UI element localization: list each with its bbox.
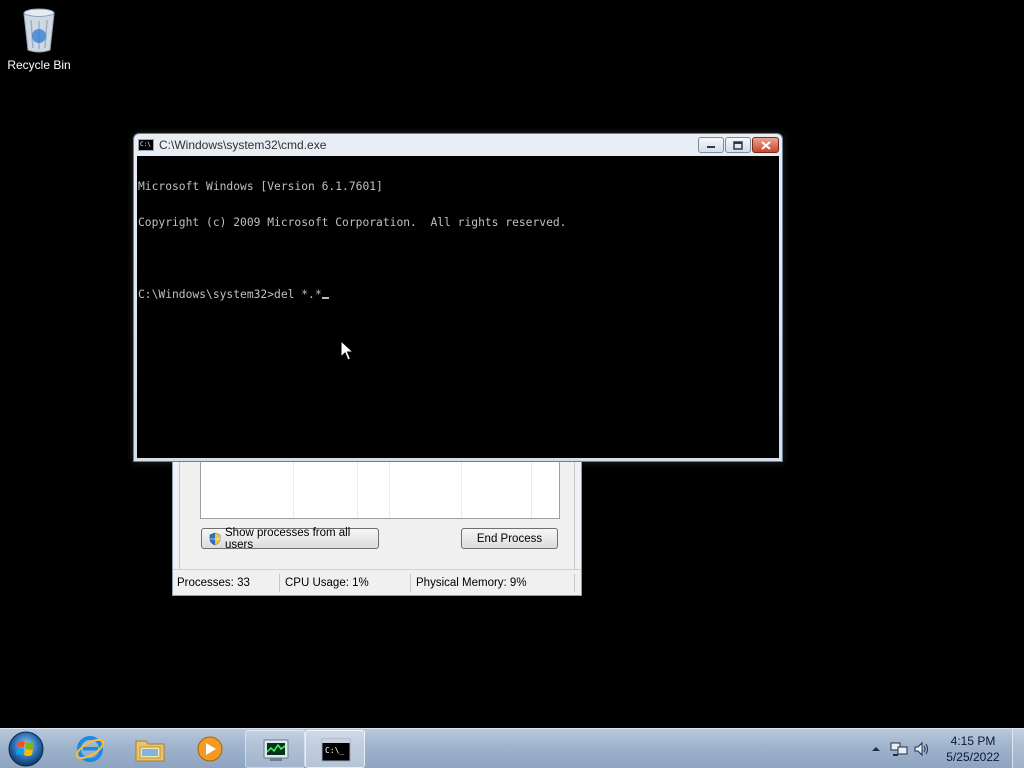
desktop-icon-recycle-bin[interactable]: Recycle Bin bbox=[4, 6, 74, 72]
network-icon[interactable] bbox=[890, 741, 908, 760]
taskbar-media-player[interactable] bbox=[180, 730, 240, 768]
task-manager-window[interactable]: Show processes from all users End Proces… bbox=[172, 440, 582, 596]
close-button[interactable] bbox=[752, 137, 779, 153]
task-manager-icon bbox=[260, 736, 292, 764]
column-divider bbox=[293, 461, 294, 518]
status-processes: Processes: 33 bbox=[173, 573, 280, 592]
text-cursor bbox=[321, 297, 329, 299]
end-process-button[interactable]: End Process bbox=[461, 528, 558, 549]
taskbar-task-manager[interactable] bbox=[245, 730, 305, 768]
console-line: Microsoft Windows [Version 6.1.7601] bbox=[138, 180, 383, 193]
volume-icon[interactable] bbox=[913, 741, 931, 760]
close-icon bbox=[753, 138, 778, 152]
console-prompt-text: C:\Windows\system32>del *.* bbox=[138, 288, 322, 301]
show-processes-label: Show processes from all users bbox=[225, 526, 351, 551]
window-titlebar[interactable]: C:\ C:\Windows\system32\cmd.exe bbox=[134, 134, 782, 156]
clock-time: 4:15 PM bbox=[950, 734, 996, 748]
minimize-button[interactable] bbox=[698, 137, 724, 153]
window-title: C:\Windows\system32\cmd.exe bbox=[159, 138, 327, 152]
svg-text:C:\_: C:\_ bbox=[325, 746, 344, 755]
show-hidden-icons-icon[interactable] bbox=[868, 741, 884, 760]
media-player-icon bbox=[194, 735, 226, 763]
taskbar-command-prompt[interactable]: C:\_ bbox=[305, 730, 365, 768]
command-prompt-icon: C:\_ bbox=[320, 736, 352, 764]
uac-shield-icon bbox=[208, 532, 222, 546]
column-divider bbox=[461, 461, 462, 518]
taskbar-clock[interactable]: 4:15 PM 5/25/2022 bbox=[938, 733, 1008, 765]
windows-logo-icon bbox=[8, 731, 44, 767]
show-desktop-button[interactable] bbox=[1012, 729, 1024, 768]
column-divider bbox=[357, 461, 358, 518]
status-physical-memory: Physical Memory: 9% bbox=[411, 573, 575, 592]
console-line: Copyright (c) 2009 Microsoft Corporation… bbox=[138, 216, 567, 229]
end-process-label: End Process bbox=[476, 532, 543, 545]
console-prompt-line[interactable]: C:\Windows\system32>del *.* bbox=[138, 289, 778, 301]
clock-date: 5/25/2022 bbox=[946, 750, 1000, 764]
process-list[interactable] bbox=[200, 461, 560, 519]
start-button[interactable] bbox=[4, 730, 48, 768]
status-cpu-usage: CPU Usage: 1% bbox=[280, 573, 411, 592]
windows-explorer-icon bbox=[134, 735, 166, 763]
taskbar-internet-explorer[interactable] bbox=[60, 730, 120, 768]
minimize-icon bbox=[699, 138, 723, 152]
column-divider bbox=[531, 461, 532, 518]
taskbar: C:\_ 4:15 PM 5/25/2022 bbox=[0, 728, 1024, 768]
desktop-icon-label: Recycle Bin bbox=[7, 58, 71, 72]
recycle-bin-icon bbox=[19, 6, 59, 54]
mouse-pointer-icon bbox=[340, 339, 355, 362]
task-manager-statusbar: Processes: 33 CPU Usage: 1% Physical Mem… bbox=[173, 569, 581, 595]
internet-explorer-icon bbox=[74, 735, 106, 763]
console-output[interactable]: Microsoft Windows [Version 6.1.7601] Cop… bbox=[137, 156, 779, 458]
command-prompt-window[interactable]: C:\ C:\Windows\system32\cmd.exe Microsof… bbox=[133, 133, 783, 462]
column-divider bbox=[389, 461, 390, 518]
taskbar-windows-explorer[interactable] bbox=[120, 730, 180, 768]
maximize-button[interactable] bbox=[725, 137, 751, 153]
show-processes-button[interactable]: Show processes from all users bbox=[201, 526, 379, 551]
cmd-app-icon[interactable]: C:\ bbox=[138, 139, 154, 151]
maximize-icon bbox=[726, 138, 750, 152]
